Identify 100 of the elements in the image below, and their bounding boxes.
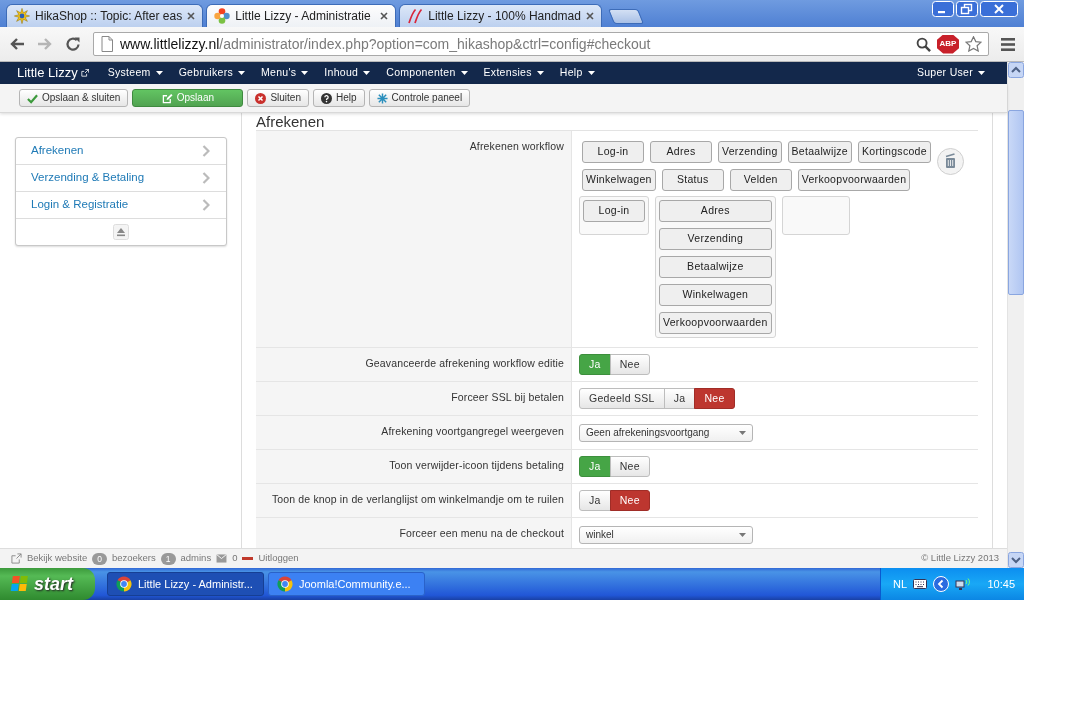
logout-link[interactable]: Uitloggen	[242, 551, 299, 566]
minus-icon	[242, 557, 254, 560]
caret-icon	[238, 71, 245, 75]
setting-label: Afrekening voortgangregel weergeven	[256, 416, 572, 449]
keyboard-icon[interactable]	[913, 579, 928, 589]
trash-icon[interactable]	[937, 148, 964, 175]
clock-text: 10:45	[987, 576, 1015, 592]
scroll-down-icon[interactable]	[1008, 552, 1024, 568]
help-icon	[320, 92, 332, 104]
count-badge: 0	[92, 552, 107, 565]
menu-item[interactable]: Extensies	[475, 65, 552, 81]
menu-item[interactable]: Gebruikers	[170, 65, 253, 81]
external-link-icon	[80, 69, 89, 77]
menu-item[interactable]: Inhoud	[316, 65, 379, 81]
browser-tab[interactable]: HikaShop :: Topic: After eas	[6, 4, 204, 27]
new-tab-button[interactable]	[607, 9, 644, 24]
close-icon[interactable]	[585, 12, 594, 20]
workflow-item[interactable]: Kortingscode	[857, 141, 931, 163]
menu-item[interactable]: Menu's	[253, 65, 317, 81]
taskbar-button[interactable]: Joomla!Community.e...	[268, 572, 425, 596]
workflow-item[interactable]: Velden	[729, 169, 792, 191]
caret-icon	[739, 533, 746, 537]
sun-icon	[14, 8, 30, 24]
workflow-item[interactable]: Betaalwijze	[659, 256, 772, 278]
mail-icon	[216, 554, 228, 563]
arrow-circle-icon[interactable]	[933, 576, 950, 592]
workflow-item[interactable]: Winkelwagen	[659, 284, 772, 306]
step-drop-zone[interactable]: Log-in	[579, 196, 649, 235]
message-count: 0	[232, 551, 238, 566]
back-icon[interactable]	[9, 36, 25, 52]
workflow-item[interactable]: Betaalwijze	[787, 141, 852, 163]
workflow-item[interactable]: Adres	[650, 141, 712, 163]
caret-icon	[460, 71, 468, 75]
count-badge: 1	[160, 552, 176, 565]
site-name-link[interactable]: Little Lizzy	[17, 63, 89, 83]
taskbar-button[interactable]: Little Lizzy - Administr...	[107, 572, 264, 596]
edit-icon	[161, 92, 173, 104]
footer-label: admins	[180, 551, 212, 566]
sidebar-item[interactable]: Verzending & Betaling	[16, 165, 226, 192]
close-icon	[255, 92, 267, 104]
workflow-item[interactable]: Adres	[659, 200, 772, 222]
minimize-icon[interactable]	[932, 1, 954, 17]
address-field[interactable]: www.littlelizzy.nl/administrator/index.php?option=com_hikashop&ctrl=config#checkout ABP	[93, 32, 989, 56]
caret-icon	[363, 71, 371, 75]
close-icon[interactable]	[187, 12, 196, 20]
workflow-item[interactable]: Verzending	[718, 141, 782, 163]
workflow-item[interactable]: Verkoopvoorwaarden	[659, 312, 772, 334]
caret-icon	[739, 431, 746, 435]
workflow-item[interactable]: Log-in	[583, 200, 645, 222]
asterisk-icon	[376, 92, 388, 104]
workflow-item[interactable]: Winkelwagen	[582, 169, 656, 191]
toolbar-button[interactable]: Help	[312, 89, 365, 107]
browser-tab[interactable]: Little Lizzy - 100% Handmad	[399, 4, 602, 27]
setting-label: Toon verwijder-icoon tijdens betaling	[256, 450, 572, 483]
dropdown[interactable]: winkel	[579, 526, 753, 544]
toggle-option[interactable]: Nee	[694, 388, 735, 409]
footer-label: bezoekers	[111, 551, 156, 566]
toolbar-button[interactable]: Sluiten	[247, 89, 309, 107]
workflow-item[interactable]: Verkoopvoorwaarden	[797, 169, 911, 191]
dropdown[interactable]: Geen afrekeningsvoortgang	[579, 424, 753, 442]
setting-label: Forceer een menu na de checkout	[256, 518, 572, 548]
star-icon[interactable]	[965, 36, 982, 52]
script-logo-icon	[407, 8, 424, 24]
chevron-right-icon	[202, 145, 210, 157]
setting-label: Toon de knop in de verlanglijst om winkelmandje om te ruilen	[256, 484, 572, 517]
toggle-option[interactable]: Ja	[579, 490, 611, 511]
reload-icon[interactable]	[65, 36, 81, 52]
eject-icon[interactable]	[113, 224, 129, 240]
user-menu[interactable]: Super User	[908, 65, 993, 81]
network-icon[interactable]	[955, 577, 973, 591]
sidebar-item[interactable]: Login & Registratie	[16, 192, 226, 219]
menu-icon[interactable]	[1001, 37, 1015, 51]
workflow-item[interactable]: Status	[661, 169, 724, 191]
menu-item[interactable]: Help	[551, 65, 603, 81]
toggle-option[interactable]: Nee	[609, 490, 650, 511]
toolbar-button[interactable]: Opslaan & sluiten	[19, 89, 129, 107]
scroll-up-icon[interactable]	[1008, 62, 1024, 78]
setting-label: Geavanceerde afrekening workflow editie	[256, 348, 572, 381]
extension-button[interactable]: ABP	[937, 34, 959, 54]
workflow-item[interactable]: Verzending	[659, 228, 772, 250]
toolbar-button[interactable]: Controle paneel	[368, 89, 471, 107]
toggle-option[interactable]: Nee	[609, 456, 650, 477]
step-drop-zone[interactable]: Adres Verzending Betaalwijze Winkelwagen Verkoopvoorwaarden	[655, 196, 776, 338]
caret-icon	[978, 71, 985, 75]
chevron-right-icon	[202, 199, 210, 211]
toggle-option[interactable]: Gedeeld SSL	[579, 388, 665, 409]
sidebar-item[interactable]: Afrekenen	[16, 138, 226, 165]
round-logo-icon	[116, 576, 132, 592]
browser-tab[interactable]: Little Lizzy - Administratie	[206, 4, 397, 27]
scrollbar-thumb[interactable]	[1008, 110, 1024, 295]
close-icon[interactable]	[380, 12, 389, 20]
restore-icon[interactable]	[956, 1, 978, 17]
magnifier-icon[interactable]	[916, 36, 931, 52]
workflow-item[interactable]: Log-in	[582, 141, 644, 163]
toggle-option[interactable]: Ja	[663, 388, 696, 409]
menu-item[interactable]: Systeem	[99, 65, 171, 81]
menu-item[interactable]: Componenten	[378, 65, 476, 81]
setting-label: Afrekenen workflow	[256, 131, 572, 347]
chevron-right-icon	[202, 172, 210, 184]
view-site-link[interactable]: Bekijk website	[11, 551, 88, 566]
